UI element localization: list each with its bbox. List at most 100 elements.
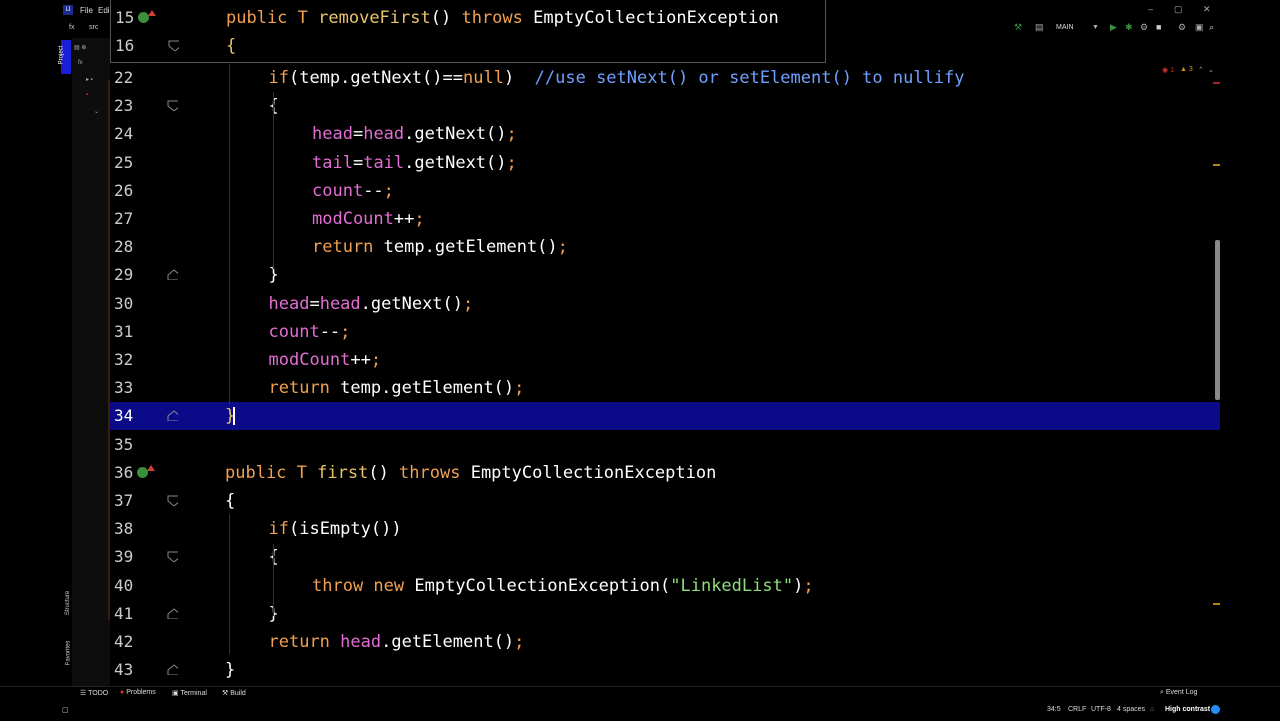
- code-text: if(temp.getNext()==null) //use setNext()…: [269, 64, 965, 92]
- problems-tab[interactable]: ● Problems: [120, 689, 156, 696]
- code-token: temp.getElement(): [383, 237, 558, 258]
- lock-icon[interactable]: ⌂: [1150, 706, 1154, 713]
- sticky-header[interactable]: 15 public T removeFirst() throws EmptyCol…: [110, 0, 826, 63]
- line-number[interactable]: 31: [114, 318, 142, 346]
- code-line[interactable]: 27 modCount++;: [110, 205, 1220, 233]
- line-number[interactable]: 25: [114, 149, 142, 177]
- code-line[interactable]: 24 head=head.getNext();: [110, 120, 1220, 148]
- code-token: ): [503, 68, 535, 88]
- code-line[interactable]: 26 count--;: [110, 177, 1220, 205]
- line-number[interactable]: 42: [114, 628, 142, 656]
- code-line[interactable]: 22 if(temp.getNext()==null) //use setNext…: [110, 64, 1220, 92]
- code-line[interactable]: 37 {: [110, 487, 1220, 515]
- layout-icon[interactable]: ▢: [62, 706, 69, 714]
- line-number[interactable]: 27: [114, 205, 142, 233]
- code-line[interactable]: 40 throw new EmptyCollectionException("Li…: [110, 572, 1220, 600]
- code-text: head=head.getNext();: [269, 290, 474, 318]
- code-token: {: [268, 547, 279, 568]
- code-line[interactable]: 32 modCount++;: [110, 346, 1220, 374]
- line-number[interactable]: 26: [114, 177, 142, 205]
- line-number[interactable]: 23: [114, 92, 142, 120]
- event-log-tab[interactable]: ⌕ Event Log: [1160, 689, 1197, 697]
- menu-edit[interactable]: Edi: [98, 6, 110, 15]
- code-line[interactable]: 43}: [110, 656, 1220, 684]
- code-line[interactable]: 28 return temp.getElement();: [110, 233, 1220, 261]
- code-token: }: [268, 603, 279, 624]
- line-number[interactable]: 40: [114, 572, 142, 600]
- code-line[interactable]: 33 return temp.getElement();: [110, 374, 1220, 402]
- line-number[interactable]: 29: [114, 261, 142, 289]
- caret-position[interactable]: 34:5: [1047, 706, 1061, 713]
- tab-favorites[interactable]: Favorites: [65, 641, 71, 666]
- code-text: }: [225, 656, 235, 684]
- file-encoding[interactable]: UTF-8: [1091, 706, 1111, 713]
- code-line[interactable]: 39 {: [110, 543, 1220, 571]
- code-text: count--;: [269, 318, 351, 346]
- code-text: {: [269, 92, 279, 120]
- line-number[interactable]: 39: [114, 543, 142, 571]
- code-token: tail: [363, 152, 405, 173]
- breadcrumb-src[interactable]: src: [89, 24, 98, 31]
- code-line[interactable]: 38 if(isEmpty()): [110, 515, 1220, 543]
- project-toolbar-icon[interactable]: ▤ ⊕: [74, 44, 86, 51]
- app-logo-icon: IJ: [63, 5, 73, 15]
- breadcrumb-project[interactable]: fx: [69, 24, 74, 31]
- code-line[interactable]: 41}: [110, 600, 1220, 628]
- code-editor[interactable]: 22 if(temp.getNext()==null) //use setNext…: [110, 64, 1220, 686]
- error-stripe-marker[interactable]: [1213, 82, 1220, 84]
- warning-stripe-marker[interactable]: [1213, 164, 1220, 166]
- tab-structure[interactable]: Structure: [65, 591, 71, 615]
- chevron-down-icon[interactable]: ⌄: [1208, 66, 1214, 74]
- error-indicator[interactable]: ◉ 1: [1162, 66, 1174, 74]
- line-number[interactable]: 32: [114, 346, 142, 374]
- code-line[interactable]: 16 {: [111, 32, 1221, 60]
- line-separator[interactable]: CRLF: [1068, 706, 1086, 713]
- terminal-tab[interactable]: ▣ Terminal: [172, 689, 207, 697]
- code-line[interactable]: 15 public T removeFirst() throws EmptyCol…: [111, 4, 1221, 32]
- code-line[interactable]: 30 head=head.getNext();: [110, 290, 1220, 318]
- override-method-icon[interactable]: [137, 464, 155, 478]
- code-text: head=head.getNext();: [312, 120, 517, 148]
- notification-icon[interactable]: [1211, 705, 1220, 714]
- code-line[interactable]: 29}: [110, 261, 1220, 289]
- code-line[interactable]: 35: [110, 431, 1220, 459]
- code-line[interactable]: 31 count--;: [110, 318, 1220, 346]
- line-number[interactable]: 37: [114, 487, 142, 515]
- todo-tab[interactable]: ☰ TODO: [80, 689, 108, 697]
- line-number[interactable]: 34: [114, 402, 142, 430]
- line-number[interactable]: 38: [114, 515, 142, 543]
- line-number[interactable]: 41: [114, 600, 142, 628]
- line-number[interactable]: 35: [114, 431, 142, 459]
- line-number[interactable]: 43: [114, 656, 142, 684]
- code-token: return: [312, 237, 384, 258]
- warning-indicator[interactable]: ▲ 3: [1180, 66, 1193, 73]
- tree-folder-icon[interactable]: ▸ ▪: [86, 76, 93, 83]
- line-number[interactable]: 28: [114, 233, 142, 261]
- code-line[interactable]: 23 {: [110, 92, 1220, 120]
- code-line[interactable]: 34}: [110, 402, 1220, 431]
- warning-stripe-marker[interactable]: [1213, 603, 1220, 605]
- tree-chevron-icon[interactable]: ⌄: [94, 108, 99, 115]
- indent-setting[interactable]: 4 spaces: [1117, 706, 1145, 713]
- tree-root[interactable]: fx: [78, 60, 83, 66]
- line-number[interactable]: 16: [115, 32, 143, 60]
- line-number[interactable]: 30: [114, 290, 142, 318]
- build-tab[interactable]: ⚒ Build: [222, 689, 246, 697]
- code-token: T: [296, 462, 318, 483]
- code-line[interactable]: 42 return head.getElement();: [110, 628, 1220, 656]
- code-line[interactable]: 25 tail=tail.getNext();: [110, 149, 1220, 177]
- menu-file[interactable]: File: [80, 6, 93, 15]
- project-panel: ▤ ⊕ fx ▸ ▪ ▪ ⌄: [72, 38, 110, 686]
- code-token: count: [268, 321, 320, 342]
- line-number[interactable]: 22: [114, 64, 142, 92]
- vertical-scrollbar[interactable]: [1215, 240, 1220, 400]
- tree-error-icon[interactable]: ▪: [86, 92, 88, 98]
- code-token: //use setNext() or setElement() to nulli…: [534, 68, 965, 88]
- override-method-icon[interactable]: [138, 10, 156, 23]
- chevron-up-icon[interactable]: ⌃: [1198, 66, 1204, 74]
- code-line[interactable]: 36 public T first() throws EmptyCollectio…: [110, 459, 1220, 487]
- line-number[interactable]: 33: [114, 374, 142, 402]
- line-number[interactable]: 24: [114, 120, 142, 148]
- theme-indicator[interactable]: High contrast: [1165, 706, 1210, 713]
- tab-project[interactable]: Project: [58, 40, 71, 74]
